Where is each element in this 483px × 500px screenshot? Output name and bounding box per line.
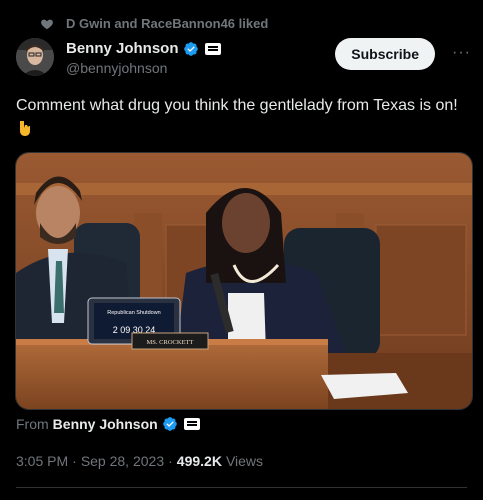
verified-badge-icon[interactable] <box>162 416 178 432</box>
nameplate-text: MS. CROCKETT <box>147 339 194 346</box>
views-count: 499.2K <box>176 453 222 469</box>
tweet-date[interactable]: Sep 28, 2023 <box>81 453 164 469</box>
divider <box>16 487 467 488</box>
tweet-time[interactable]: 3:05 PM <box>16 453 68 469</box>
tweet-text: Comment what drug you think the gentlela… <box>16 94 466 142</box>
from-label: From <box>16 416 49 432</box>
views-label: Views <box>225 453 264 469</box>
video-frame: Republican Shutdown 2 09 30 24 MS. CROCK… <box>16 153 472 409</box>
more-options-icon[interactable]: ··· <box>452 44 471 62</box>
heart-icon <box>41 19 53 29</box>
pointing-down-emoji-icon <box>20 121 30 136</box>
meta-separator: · <box>168 453 173 469</box>
video-player[interactable]: Republican Shutdown 2 09 30 24 MS. CROCK… <box>15 152 473 410</box>
tweet-body: Comment what drug you think the gentlela… <box>16 97 458 114</box>
social-context-text: D Gwin and RaceBannon46 liked <box>66 16 269 31</box>
verified-badge-icon[interactable] <box>183 41 199 57</box>
meta-separator: · <box>72 453 77 469</box>
author-name[interactable]: Benny Johnson <box>66 40 179 57</box>
affiliate-badge-icon[interactable] <box>204 42 221 55</box>
media-source: From Benny Johnson <box>16 416 200 432</box>
avatar[interactable] <box>16 38 54 76</box>
social-context[interactable]: D Gwin and RaceBannon46 liked <box>40 16 268 31</box>
author-name-row: Benny Johnson <box>66 40 221 57</box>
source-author-name[interactable]: Benny Johnson <box>53 416 158 432</box>
tweet-meta: 3:05 PM · Sep 28, 2023 · 499.2K Views <box>16 453 263 469</box>
subscribe-button[interactable]: Subscribe <box>335 38 435 70</box>
author-handle[interactable]: @bennyjohnson <box>66 60 167 76</box>
laptop-sticker-text: Republican Shutdown <box>107 310 161 316</box>
tweet-header: Benny Johnson @bennyjohnson Subscribe ··… <box>16 38 471 82</box>
affiliate-badge-icon[interactable] <box>183 418 200 430</box>
